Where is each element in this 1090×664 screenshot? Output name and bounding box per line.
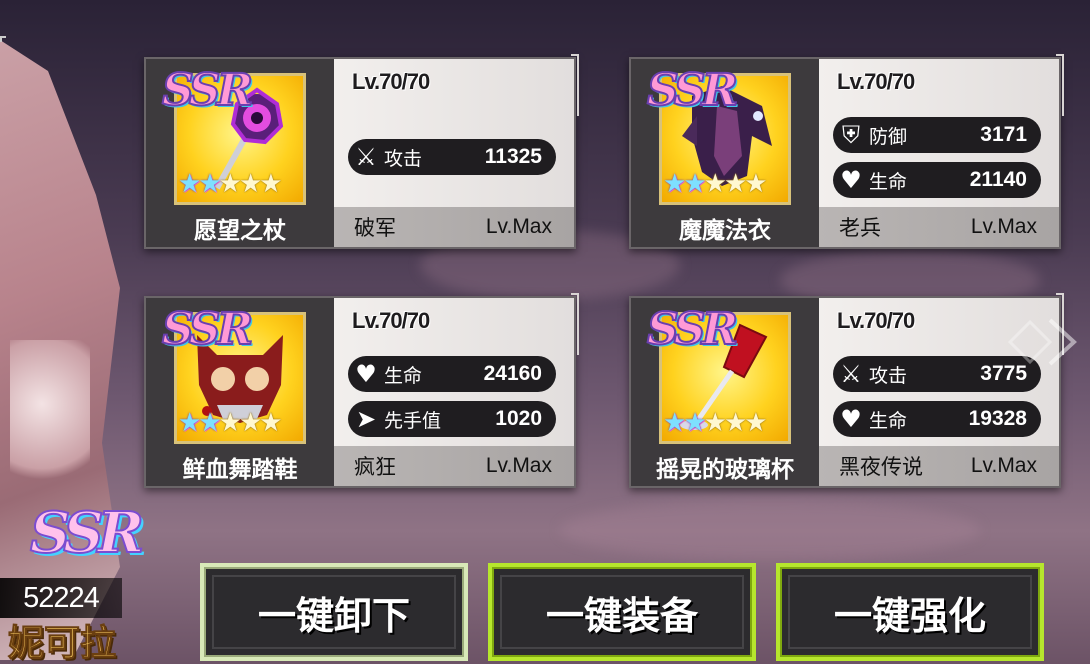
rarity-label: SSR [646, 303, 739, 356]
stat-label: 生命 [384, 364, 423, 387]
star-icon: ★ [259, 408, 283, 438]
item-level: Lv.70/70 [352, 308, 430, 333]
star-rating: ★ ★ ★ ★ ★ [663, 169, 768, 199]
heart-icon: ♥ [355, 360, 377, 388]
character-power: 52224 [0, 578, 122, 618]
star-rating: ★ ★ ★ ★ ★ [178, 408, 283, 438]
stat-label: 攻击 [869, 364, 908, 387]
equip-all-button[interactable]: 一键装备 [488, 563, 756, 661]
rarity-label: SSR [161, 64, 254, 117]
rarity-label: SSR [646, 64, 739, 117]
rarity-label: SSR [161, 303, 254, 356]
stat-row: ♥ 生命 21140 [833, 162, 1041, 198]
stat-value: 1020 [495, 407, 542, 430]
background-cloud [560, 500, 980, 560]
set-name: 破军 [354, 216, 396, 240]
item-name: 摇晃的玻璃杯 [656, 457, 794, 483]
star-icon: ★ [744, 408, 768, 438]
stat-label: 生命 [869, 170, 908, 193]
item-details: Lv.70/70 ♥ 生命 24160 ➤ 先手值 1020 疯狂 Lv.Max [334, 298, 574, 486]
star-rating: ★ ★ ★ ★ ★ [178, 169, 283, 199]
equipment-card-glass[interactable]: SSR ★ ★ ★ ★ ★ 摇晃的玻璃杯 Lv.70/70 ⚔ 攻击 3775 … [629, 293, 1064, 488]
stat-value: 21140 [969, 168, 1027, 191]
crossed-swords-icon: ⚔ [355, 143, 377, 171]
equipment-card-robe[interactable]: SSR ★ ★ ★ ★ ★ 魔魔法衣 Lv.70/70 ⛨ 防御 3171 ♥ … [629, 54, 1064, 249]
character-name: 妮可拉 [7, 623, 117, 664]
stat-row: ♥ 生命 19328 [833, 401, 1041, 437]
item-level: Lv.70/70 [837, 69, 915, 94]
stat-row: ⛨ 防御 3171 [833, 117, 1041, 153]
stat-row: ⚔ 攻击 11325 [348, 139, 556, 175]
equipment-card-shoes[interactable]: SSR ★ ★ ★ ★ ★ 鲜血舞踏鞋 Lv.70/70 ♥ 生命 24160 … [144, 293, 579, 488]
heart-icon: ♥ [840, 405, 862, 433]
star-icon: ★ [259, 169, 283, 199]
equipment-card-staff[interactable]: SSR ★ ★ ★ ★ ★ 愿望之杖 Lv.70/70 ⚔ 攻击 11325 破… [144, 54, 579, 249]
set-name: 疯狂 [354, 455, 396, 479]
stat-label: 先手值 [384, 409, 442, 432]
item-details: Lv.70/70 ⚔ 攻击 11325 破军 Lv.Max [334, 59, 574, 247]
unload-all-button[interactable]: 一键卸下 [200, 563, 468, 661]
set-bar: 老兵 Lv.Max [819, 207, 1059, 247]
stat-value: 24160 [483, 362, 542, 385]
item-level: Lv.70/70 [837, 308, 915, 333]
enhance-level: Lv.Max [970, 454, 1037, 477]
item-level: Lv.70/70 [352, 69, 430, 94]
enhance-level: Lv.Max [970, 215, 1037, 238]
enhance-level: Lv.Max [485, 454, 552, 477]
set-bar: 疯狂 Lv.Max [334, 446, 574, 486]
item-name: 愿望之杖 [194, 218, 286, 244]
page-arrow-icon[interactable] [1000, 312, 1090, 372]
item-details: Lv.70/70 ⛨ 防御 3171 ♥ 生命 21140 老兵 Lv.Max [819, 59, 1059, 247]
item-name: 魔魔法衣 [679, 218, 771, 244]
character-rarity: SSR [29, 499, 145, 567]
enhance-all-button[interactable]: 一键强化 [776, 563, 1044, 661]
set-name: 老兵 [839, 216, 881, 240]
character-portrait [0, 40, 120, 660]
stat-label: 防御 [869, 125, 908, 148]
crossed-swords-icon: ⚔ [840, 360, 862, 388]
stat-value: 11325 [484, 145, 542, 168]
stat-value: 19328 [968, 407, 1027, 430]
shield-icon: ⛨ [842, 121, 860, 149]
star-rating: ★ ★ ★ ★ ★ [663, 408, 768, 438]
set-bar: 黑夜传说 Lv.Max [819, 446, 1059, 486]
heart-icon: ♥ [840, 166, 862, 194]
stat-row: ♥ 生命 24160 [348, 356, 556, 392]
stat-label: 攻击 [384, 147, 423, 170]
corner-decoration [0, 36, 6, 42]
enhance-level: Lv.Max [485, 215, 552, 238]
set-bar: 破军 Lv.Max [334, 207, 574, 247]
set-name: 黑夜传说 [839, 455, 923, 479]
stat-value: 3171 [980, 123, 1027, 146]
stat-label: 生命 [869, 409, 908, 432]
star-icon: ★ [744, 169, 768, 199]
item-name: 鲜血舞踏鞋 [182, 457, 298, 483]
stat-row: ➤ 先手值 1020 [348, 401, 556, 437]
speed-icon: ➤ [355, 405, 377, 433]
